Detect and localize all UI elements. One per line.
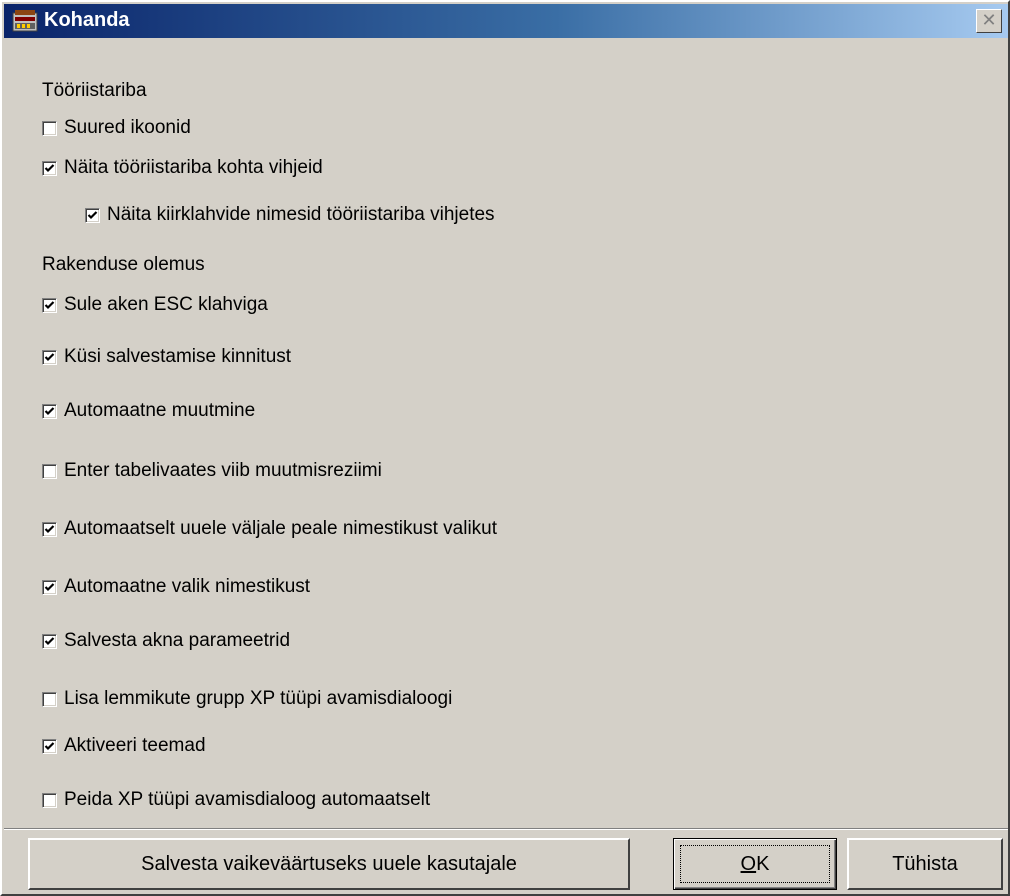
checkbox[interactable]: [42, 403, 57, 419]
option-confirm-save[interactable]: Küsi salvestamise kinnitust: [42, 344, 291, 370]
option-label: Sule aken ESC klahviga: [64, 294, 268, 315]
close-button[interactable]: ✕: [976, 9, 1002, 33]
checkmark-icon: [44, 741, 55, 750]
option-label: Lisa lemmikute grupp XP tüüpi avamisdial…: [64, 688, 453, 709]
checkmark-icon: [44, 163, 55, 172]
toolbar-group-label: Tööriistariba: [42, 80, 147, 101]
checkbox[interactable]: [42, 297, 57, 313]
option-label: Salvesta akna parameetrid: [64, 630, 291, 651]
app-group-label: Rakenduse olemus: [42, 254, 205, 275]
checkbox[interactable]: [42, 792, 57, 808]
checkmark-icon: [87, 210, 98, 219]
checkbox[interactable]: [42, 738, 57, 754]
ok-button[interactable]: OK: [673, 838, 837, 890]
option-label: Automaatne valik nimestikust: [64, 576, 311, 597]
checkmark-icon: [44, 524, 55, 533]
option-label: Küsi salvestamise kinnitust: [64, 346, 292, 367]
app-icon: [12, 9, 38, 33]
checkbox[interactable]: [42, 160, 57, 176]
option-label: Näita tööriistariba kohta vihjeid: [64, 157, 323, 178]
option-hide-xp-dialog[interactable]: Peida XP tüüpi avamisdialoog automaatsel…: [42, 787, 430, 813]
option-show-toolbar-tips[interactable]: Näita tööriistariba kohta vihjeid: [42, 155, 323, 181]
option-label: Enter tabelivaates viib muutmisreziimi: [64, 460, 382, 481]
option-label: Näita kiirklahvide nimesid tööriistariba…: [107, 204, 495, 225]
checkbox[interactable]: [42, 691, 57, 707]
window-title: Kohanda: [44, 9, 130, 31]
save-default-button[interactable]: Salvesta vaikeväärtuseks uuele kasutajal…: [28, 838, 630, 890]
option-large-icons[interactable]: Suured ikoonid: [42, 115, 191, 141]
option-auto-next-field[interactable]: Automaatselt uuele väljale peale nimesti…: [42, 516, 497, 542]
option-label: Peida XP tüüpi avamisdialoog automaatsel…: [64, 789, 431, 810]
checkmark-icon: [44, 582, 55, 591]
option-label: Automaatselt uuele väljale peale nimesti…: [64, 518, 498, 539]
close-icon: ✕: [981, 10, 997, 30]
option-activate-themes[interactable]: Aktiveeri teemad: [42, 733, 206, 759]
option-label: Suured ikoonid: [64, 117, 191, 138]
option-show-shortcut-names[interactable]: Näita kiirklahvide nimesid tööriistariba…: [85, 202, 495, 228]
checkbox[interactable]: [42, 463, 57, 479]
checkbox[interactable]: [85, 207, 100, 223]
title-bar[interactable]: Kohanda ✕: [4, 4, 1008, 38]
checkmark-icon: [44, 300, 55, 309]
checkmark-icon: [44, 406, 55, 415]
option-enter-edit-mode[interactable]: Enter tabelivaates viib muutmisreziimi: [42, 458, 382, 484]
cancel-button[interactable]: Tühista: [847, 838, 1003, 890]
option-label: Aktiveeri teemad: [64, 735, 206, 756]
option-auto-select-list[interactable]: Automaatne valik nimestikust: [42, 574, 310, 600]
checkbox[interactable]: [42, 349, 57, 365]
footer-divider: [4, 828, 1008, 830]
cancel-label: Tühista: [892, 852, 958, 875]
option-favorites-group[interactable]: Lisa lemmikute grupp XP tüüpi avamisdial…: [42, 686, 452, 712]
customize-dialog: Kohanda ✕ Tööriistariba Suured ikoonid N…: [0, 0, 1010, 896]
checkbox[interactable]: [42, 120, 57, 136]
option-auto-edit[interactable]: Automaatne muutmine: [42, 398, 255, 424]
checkmark-icon: [44, 636, 55, 645]
checkmark-icon: [44, 352, 55, 361]
option-save-window-params[interactable]: Salvesta akna parameetrid: [42, 628, 290, 654]
save-default-label: Salvesta vaikeväärtuseks uuele kasutajal…: [141, 852, 517, 875]
checkbox[interactable]: [42, 579, 57, 595]
option-label: Automaatne muutmine: [64, 400, 256, 421]
checkbox[interactable]: [42, 521, 57, 537]
checkbox[interactable]: [42, 633, 57, 649]
focus-ring: [680, 845, 830, 883]
option-close-esc[interactable]: Sule aken ESC klahviga: [42, 292, 268, 318]
